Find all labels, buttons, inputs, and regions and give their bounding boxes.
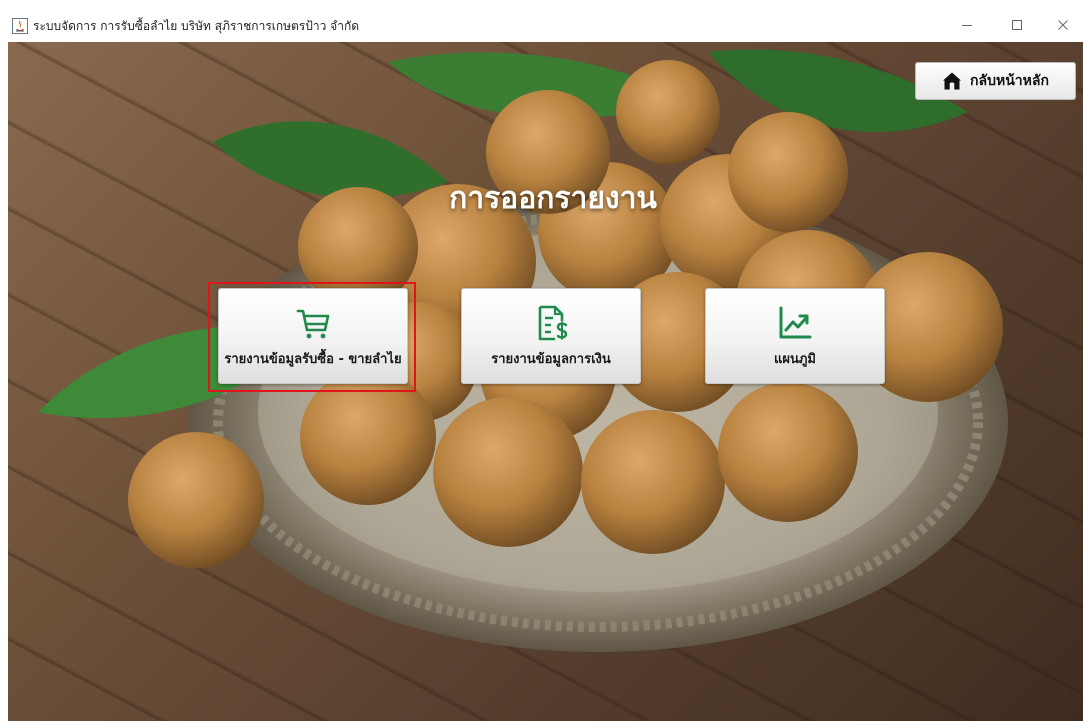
page-title: การออกรายงาน	[449, 181, 657, 216]
chart-label: แผนภูมิ	[773, 352, 817, 367]
title-bar: ระบบจัดการ การรับซื้อลำไย บริษัท สุภิราช…	[0, 0, 1083, 42]
home-button[interactable]: กลับหน้าหลัก	[915, 62, 1076, 100]
buy-sell-report-label: รายงานข้อมูลรับซื้อ - ขายลำไย	[224, 352, 402, 367]
minimize-button[interactable]	[944, 10, 990, 40]
home-icon	[943, 72, 962, 90]
content-panel: กลับหน้าหลัก การออกรายงาน รายงานข้อมูลรั…	[8, 42, 1083, 721]
window-title: ระบบจัดการ การรับซื้อลำไย บริษัท สุภิราช…	[33, 19, 360, 33]
java-app-icon	[12, 18, 28, 34]
close-button[interactable]	[1040, 10, 1083, 40]
buy-sell-report-button[interactable]: รายงานข้อมูลรับซื้อ - ขายลำไย	[218, 288, 408, 384]
minimize-icon	[962, 25, 972, 26]
chart-button[interactable]: แผนภูมิ	[705, 288, 885, 384]
shopping-cart-icon	[296, 309, 330, 339]
finance-document-icon	[538, 305, 568, 341]
app-window: ระบบจัดการ การรับซื้อลำไย บริษัท สุภิราช…	[0, 0, 1083, 721]
finance-report-button[interactable]: รายงานข้อมูลการเงิน	[461, 288, 641, 384]
close-icon	[1058, 20, 1068, 30]
maximize-button[interactable]	[994, 10, 1040, 40]
home-button-label: กลับหน้าหลัก	[970, 73, 1049, 89]
line-chart-icon	[779, 306, 812, 339]
finance-report-label: รายงานข้อมูลการเงิน	[491, 352, 611, 367]
maximize-icon	[1012, 20, 1022, 30]
